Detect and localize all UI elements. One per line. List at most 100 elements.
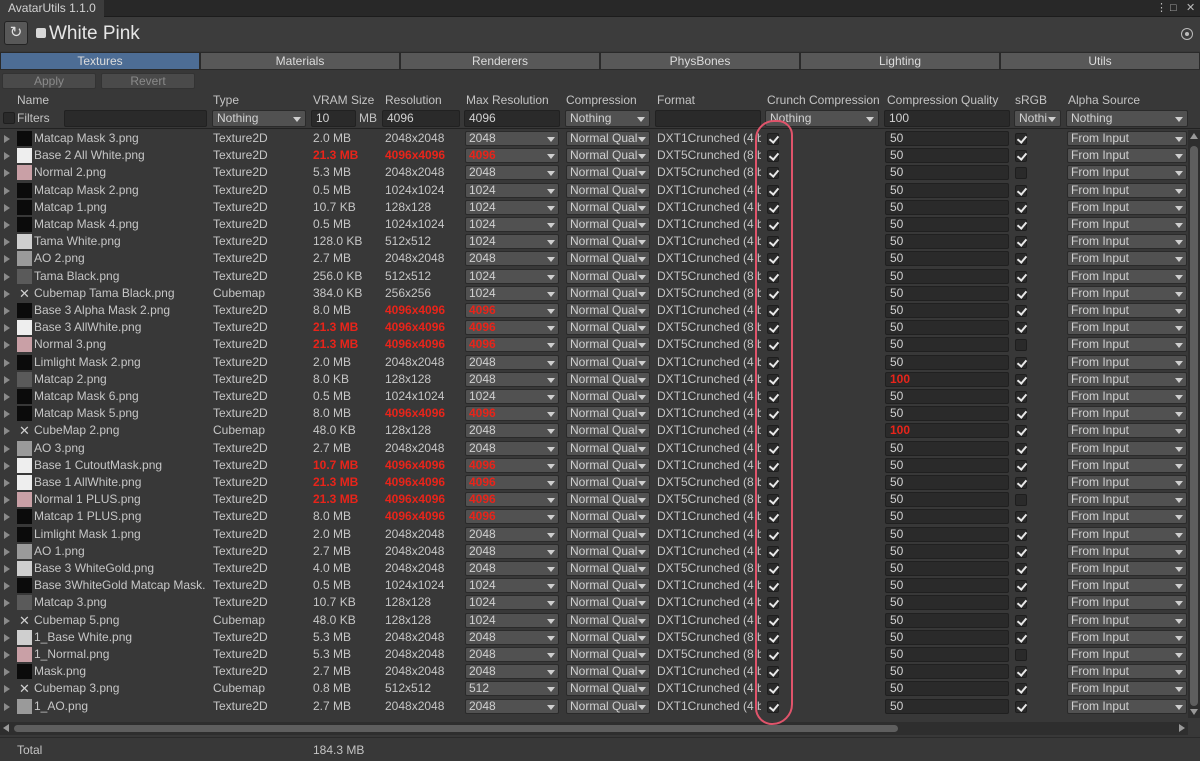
quality-input[interactable]: 50 (885, 509, 1009, 525)
texture-name[interactable]: Normal 1 PLUS.png (34, 491, 209, 508)
texture-name[interactable]: AO 3.png (34, 440, 209, 457)
alpha-source-dropdown[interactable]: From Input (1067, 320, 1187, 336)
scroll-right-icon[interactable] (1179, 724, 1185, 732)
srgb-checkbox[interactable] (1015, 528, 1027, 541)
expand-arrow-icon[interactable] (4, 186, 10, 195)
quality-input[interactable]: 50 (885, 457, 1009, 473)
srgb-checkbox[interactable] (1015, 563, 1027, 575)
texture-name[interactable]: Matcap Mask 2.png (34, 182, 209, 199)
texture-name[interactable]: Base 3 Alpha Mask 2.png (34, 302, 209, 319)
crunch-checkbox[interactable] (767, 253, 779, 266)
alpha-source-dropdown[interactable]: From Input (1067, 251, 1187, 267)
column-header-quality[interactable]: Compression Quality (887, 93, 998, 107)
table-row[interactable]: 1_Base White.png Texture2D 5.3 MB 2048x2048… (0, 629, 1188, 646)
table-row[interactable]: Matcap Mask 3.png Texture2D 2.0 MB 2048x204… (0, 130, 1188, 147)
column-header-name[interactable]: Name (17, 93, 49, 107)
more-options-icon[interactable]: ⋮ (1156, 1, 1167, 15)
quality-input[interactable]: 50 (885, 561, 1009, 576)
expand-arrow-icon[interactable] (4, 565, 10, 573)
expand-arrow-icon[interactable] (4, 341, 10, 350)
compression-dropdown[interactable]: Normal Qual (566, 492, 650, 508)
texture-name[interactable]: Matcap Mask 4.png (34, 216, 209, 233)
expand-arrow-icon[interactable] (4, 135, 10, 143)
max-resolution-dropdown[interactable]: 1024 (465, 285, 559, 301)
scroll-up-icon[interactable] (1190, 133, 1198, 139)
srgb-checkbox[interactable] (1015, 133, 1027, 145)
expand-arrow-icon[interactable] (4, 410, 10, 419)
alpha-source-dropdown[interactable]: From Input (1067, 440, 1187, 456)
crunch-checkbox[interactable] (767, 631, 779, 644)
crunch-checkbox[interactable] (767, 442, 779, 455)
expand-arrow-icon[interactable] (4, 668, 10, 677)
quality-input[interactable]: 50 (885, 320, 1009, 336)
table-row[interactable]: Limlight Mask 2.png Texture2D 2.0 MB 2048x2… (0, 354, 1188, 371)
crunch-checkbox[interactable] (767, 545, 779, 558)
texture-name[interactable]: Base 1 CutoutMask.png (34, 457, 209, 474)
column-header-max-resolution[interactable]: Max Resolution (466, 93, 549, 107)
max-resolution-dropdown[interactable]: 4096 (465, 492, 559, 508)
srgb-checkbox[interactable] (1015, 322, 1027, 335)
compression-dropdown[interactable]: Normal Qual (566, 543, 650, 559)
expand-arrow-icon[interactable] (4, 444, 10, 453)
quality-input[interactable]: 50 (885, 217, 1009, 232)
srgb-checkbox[interactable] (1015, 700, 1027, 713)
max-resolution-dropdown[interactable]: 1024 (465, 268, 559, 284)
filters-toggle[interactable] (3, 112, 15, 124)
table-row[interactable]: Base 3 Alpha Mask 2.png Texture2D 8.0 MB 40… (0, 302, 1188, 319)
tab-physbones[interactable]: PhysBones (600, 52, 800, 70)
quality-input[interactable]: 50 (885, 148, 1009, 164)
max-resolution-dropdown[interactable]: 2048 (465, 543, 559, 559)
max-resolution-dropdown[interactable]: 2048 (465, 423, 559, 439)
compression-dropdown[interactable]: Normal Qual (566, 406, 650, 422)
quality-input[interactable]: 50 (885, 285, 1009, 301)
texture-name[interactable]: 1_AO.png (34, 698, 209, 715)
texture-name[interactable]: Limlight Mask 1.png (34, 526, 209, 543)
expand-arrow-icon[interactable] (4, 238, 10, 247)
compression-dropdown[interactable]: Normal Qual (566, 371, 650, 387)
srgb-checkbox[interactable] (1015, 580, 1027, 593)
apply-button[interactable]: Apply (2, 73, 96, 89)
filter-max-resolution-input[interactable]: 4096 (464, 110, 560, 127)
srgb-checkbox[interactable] (1015, 167, 1027, 180)
quality-input[interactable]: 50 (885, 595, 1009, 611)
table-row[interactable]: Normal 1 PLUS.png Texture2D 21.3 MB 4096x40… (0, 491, 1188, 508)
maximize-icon[interactable]: □ (1170, 1, 1177, 15)
close-icon[interactable]: ✕ (1186, 1, 1195, 15)
srgb-checkbox[interactable] (1015, 614, 1027, 627)
srgb-checkbox[interactable] (1015, 356, 1027, 369)
srgb-checkbox[interactable] (1015, 649, 1027, 661)
quality-input[interactable]: 50 (885, 131, 1009, 146)
crunch-checkbox[interactable] (767, 184, 779, 197)
expand-arrow-icon[interactable] (4, 479, 10, 487)
tab-materials[interactable]: Materials (200, 52, 400, 70)
horizontal-scroll-thumb[interactable] (14, 725, 898, 732)
alpha-source-dropdown[interactable]: From Input (1067, 337, 1187, 353)
max-resolution-dropdown[interactable]: 512 (465, 681, 559, 697)
vertical-scroll-thumb[interactable] (1190, 146, 1198, 706)
quality-input[interactable]: 50 (885, 629, 1009, 645)
compression-dropdown[interactable]: Normal Qual (566, 664, 650, 680)
max-resolution-dropdown[interactable]: 2048 (465, 354, 559, 370)
table-row[interactable]: Base 2 All White.png Texture2D 21.3 MB 4096… (0, 147, 1188, 164)
srgb-checkbox[interactable] (1015, 511, 1027, 524)
alpha-source-dropdown[interactable]: From Input (1067, 561, 1187, 576)
max-resolution-dropdown[interactable]: 2048 (465, 371, 559, 387)
srgb-checkbox[interactable] (1015, 253, 1027, 266)
compression-dropdown[interactable]: Normal Qual (566, 681, 650, 697)
alpha-source-dropdown[interactable]: From Input (1067, 492, 1187, 508)
expand-arrow-icon[interactable] (4, 530, 10, 539)
texture-name[interactable]: Matcap Mask 6.png (34, 388, 209, 405)
texture-name[interactable]: Mask.png (34, 663, 209, 680)
alpha-source-dropdown[interactable]: From Input (1067, 285, 1187, 301)
srgb-checkbox[interactable] (1015, 219, 1027, 231)
crunch-checkbox[interactable] (767, 511, 779, 524)
filter-crunch-dropdown[interactable]: Nothing (765, 110, 879, 127)
quality-input[interactable]: 50 (885, 251, 1009, 267)
max-resolution-dropdown[interactable]: 4096 (465, 303, 559, 318)
max-resolution-dropdown[interactable]: 2048 (465, 561, 559, 576)
crunch-checkbox[interactable] (767, 528, 779, 541)
tab-utils[interactable]: Utils (1000, 52, 1200, 70)
expand-arrow-icon[interactable] (4, 221, 10, 229)
texture-name[interactable]: Matcap Mask 5.png (34, 405, 209, 422)
quality-input[interactable]: 50 (885, 406, 1009, 422)
